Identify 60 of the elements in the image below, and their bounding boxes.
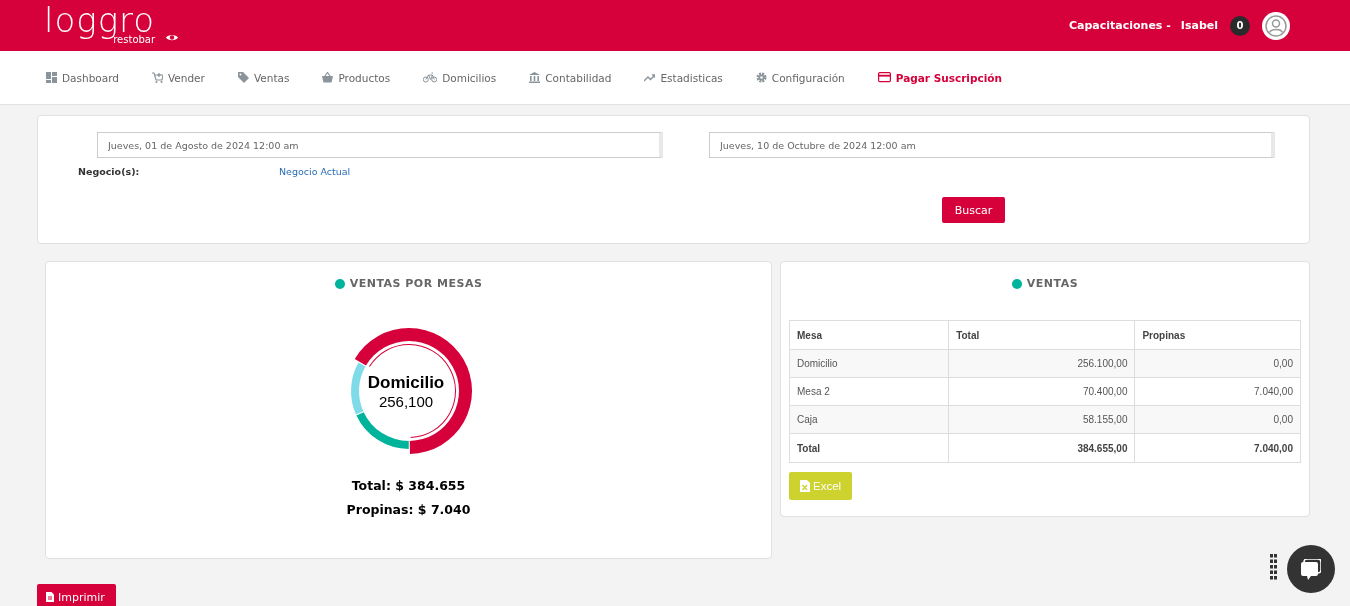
nav-tab[interactable]: Productos: [322, 71, 391, 84]
date-field[interactable]: Jueves, 01 de Agosto de 2024 12:00 am: [97, 132, 663, 158]
column-header: Mesa: [789, 320, 949, 350]
basket-icon: [322, 72, 334, 83]
table-cell: 0,00: [1134, 405, 1301, 434]
table-cell: Total: [789, 433, 949, 463]
table-cell: 7.040,00: [1134, 377, 1301, 406]
nav-tab[interactable]: Contabilidad: [529, 71, 612, 84]
nav-tab[interactable]: Dashboard: [46, 71, 119, 84]
field-label: Negocio(s):: [78, 166, 141, 177]
spreadsheet-icon: [800, 480, 810, 492]
credit-card-icon: [877, 72, 891, 83]
card-title: VENTAS POR MESAS: [349, 277, 483, 290]
print-button[interactable]: Imprimir: [37, 584, 116, 606]
notification-badge[interactable]: 0: [1230, 15, 1250, 36]
total-amount: Total: $ 384.655: [351, 478, 466, 493]
chart-center-label: Domicilio: [367, 372, 445, 393]
nav-tab[interactable]: Configuración: [755, 71, 845, 84]
chat-icon: [1301, 558, 1321, 580]
nav-tab[interactable]: Estadisticas: [644, 71, 723, 84]
eye-icon[interactable]: [165, 32, 180, 43]
table-cell: 256.100,00: [948, 349, 1135, 378]
chart-center-value: 256,100: [378, 392, 434, 410]
user-name[interactable]: Isabel: [1180, 19, 1218, 32]
donut-slice[interactable]: [354, 328, 472, 454]
tag-icon: [237, 72, 249, 83]
user-avatar[interactable]: [1262, 11, 1290, 40]
business-link[interactable]: Negocio Actual: [279, 166, 351, 177]
drag-handle-icon[interactable]: [1270, 554, 1277, 580]
cart-icon: [151, 72, 163, 83]
search-button[interactable]: Buscar: [941, 197, 1006, 223]
table-cell: 0,00: [1134, 349, 1301, 378]
company-name: Capacitaciones -: [1068, 19, 1171, 32]
table-cell: Mesa 2: [789, 377, 949, 406]
status-dot: [1011, 278, 1022, 289]
table-cell: Caja: [789, 405, 949, 434]
nav-tab[interactable]: Vender: [151, 71, 205, 84]
grid-icon: [46, 72, 57, 83]
table-cell: 384.655,00: [948, 433, 1135, 463]
nav-tab[interactable]: Ventas: [237, 71, 290, 84]
table-cell: 7.040,00: [1134, 433, 1301, 463]
card-title: VENTAS: [1026, 277, 1079, 290]
trend-icon: [644, 72, 656, 83]
table-cell: Domicilio: [789, 349, 949, 378]
logo-text: loggro: [44, 2, 156, 37]
document-icon: [46, 592, 54, 602]
column-header: Propinas: [1134, 320, 1301, 350]
column-header: Total: [948, 320, 1135, 350]
table-cell: 58.155,00: [948, 405, 1135, 434]
nav-tab[interactable]: Pagar Suscripción: [877, 71, 1002, 84]
table-cell: 70.400,00: [948, 377, 1135, 406]
date-field[interactable]: Jueves, 10 de Octubre de 2024 12:00 am: [709, 132, 1275, 158]
nav-tab[interactable]: Domicilios: [423, 71, 497, 84]
person-icon: [1265, 14, 1287, 37]
bank-icon: [529, 72, 541, 83]
bicycle-icon: [423, 72, 438, 83]
tips-amount: Propinas: $ 7.040: [346, 502, 471, 517]
chat-button[interactable]: [1287, 545, 1335, 593]
settings-icon: [755, 72, 767, 83]
status-dot: [334, 278, 345, 289]
